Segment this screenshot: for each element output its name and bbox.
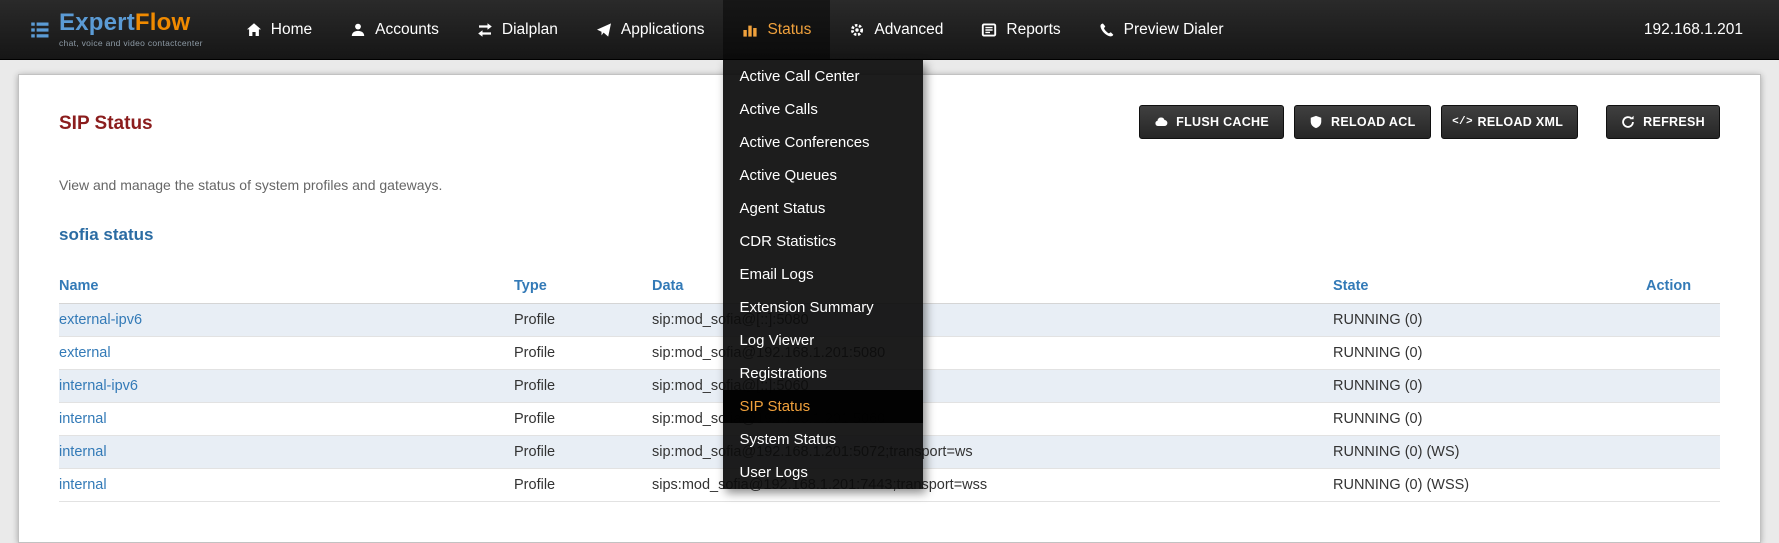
home-icon xyxy=(246,22,262,38)
nav-item-home[interactable]: Home xyxy=(227,0,331,59)
action-buttons: FLUSH CACHE RELOAD ACL </> RELOAD XML RE… xyxy=(1129,105,1720,139)
profile-link[interactable]: internal-ipv6 xyxy=(59,378,138,394)
profile-link[interactable]: internal xyxy=(59,444,107,460)
nav-item-label: Reports xyxy=(1006,21,1060,39)
report-board-icon xyxy=(981,22,997,38)
menu-item-log-viewer[interactable]: Log Viewer xyxy=(723,324,923,357)
nav-item-label: Applications xyxy=(621,21,705,39)
column-header-state[interactable]: State xyxy=(1333,269,1646,304)
cell-state: RUNNING (0) xyxy=(1333,403,1646,436)
menu-item-email-logs[interactable]: Email Logs xyxy=(723,258,923,291)
cloud-icon xyxy=(1154,115,1168,129)
brand-tagline: chat, voice and video contactcenter xyxy=(59,38,203,48)
profile-link[interactable]: external-ipv6 xyxy=(59,312,142,328)
brand-logo[interactable]: ExpertFlow chat, voice and video contact… xyxy=(30,11,203,48)
person-icon xyxy=(350,22,366,38)
brand-flow: Flow xyxy=(135,9,190,36)
nav-item-status[interactable]: Status Active Call Center Active Calls A… xyxy=(723,0,830,59)
profile-link[interactable]: external xyxy=(59,345,111,361)
menu-item-extension-summary[interactable]: Extension Summary xyxy=(723,291,923,324)
bar-chart-icon xyxy=(742,22,758,38)
cell-action xyxy=(1646,370,1720,403)
button-label: REFRESH xyxy=(1643,115,1705,129)
column-header-name[interactable]: Name xyxy=(59,269,514,304)
menu-item-registrations[interactable]: Registrations xyxy=(723,357,923,390)
nav-item-dialplan[interactable]: Dialplan xyxy=(458,0,577,59)
paper-plane-icon xyxy=(596,22,612,38)
nav-item-accounts[interactable]: Accounts xyxy=(331,0,458,59)
menu-item-active-conferences[interactable]: Active Conferences xyxy=(723,126,923,159)
menu-item-user-logs[interactable]: User Logs xyxy=(723,456,923,489)
cell-action xyxy=(1646,436,1720,469)
cell-action xyxy=(1646,469,1720,502)
nav-item-label: Advanced xyxy=(874,21,943,39)
code-brackets-icon: </> xyxy=(1456,115,1470,129)
nav-item-reports[interactable]: Reports xyxy=(962,0,1079,59)
nav-item-label: Preview Dialer xyxy=(1124,21,1224,39)
cell-type: Profile xyxy=(514,370,652,403)
cell-state: RUNNING (0) (WSS) xyxy=(1333,469,1646,502)
cell-state: RUNNING (0) xyxy=(1333,337,1646,370)
server-ip: 192.168.1.201 xyxy=(1644,21,1743,39)
cell-type: Profile xyxy=(514,403,652,436)
profile-link[interactable]: internal xyxy=(59,477,107,493)
reload-xml-button[interactable]: </> RELOAD XML xyxy=(1441,105,1579,139)
gear-icon xyxy=(849,22,865,38)
cell-type: Profile xyxy=(514,337,652,370)
menu-item-active-calls[interactable]: Active Calls xyxy=(723,93,923,126)
cell-type: Profile xyxy=(514,469,652,502)
brand-name: ExpertFlow xyxy=(59,11,203,35)
brand-expert: Expert xyxy=(59,9,135,36)
shield-icon xyxy=(1309,115,1323,129)
menu-item-active-queues[interactable]: Active Queues xyxy=(723,159,923,192)
menu-item-active-call-center[interactable]: Active Call Center xyxy=(723,60,923,93)
cell-state: RUNNING (0) xyxy=(1333,370,1646,403)
cell-action xyxy=(1646,304,1720,337)
nav-item-label: Dialplan xyxy=(502,21,558,39)
button-label: FLUSH CACHE xyxy=(1176,115,1269,129)
expertflow-logo-icon xyxy=(30,20,50,40)
main-nav: Home Accounts Dialplan Applications Stat… xyxy=(227,0,1243,59)
nav-item-label: Home xyxy=(271,21,312,39)
phone-handset-icon xyxy=(1099,22,1115,38)
button-label: RELOAD ACL xyxy=(1331,115,1415,129)
top-navbar: ExpertFlow chat, voice and video contact… xyxy=(0,0,1779,60)
nav-item-label: Status xyxy=(767,21,811,39)
cell-state: RUNNING (0) (WS) xyxy=(1333,436,1646,469)
nav-item-advanced[interactable]: Advanced xyxy=(830,0,962,59)
refresh-button[interactable]: REFRESH xyxy=(1606,105,1720,139)
flush-cache-button[interactable]: FLUSH CACHE xyxy=(1139,105,1284,139)
nav-item-applications[interactable]: Applications xyxy=(577,0,724,59)
nav-item-label: Accounts xyxy=(375,21,439,39)
menu-item-cdr-statistics[interactable]: CDR Statistics xyxy=(723,225,923,258)
page-title: SIP Status xyxy=(59,113,153,135)
menu-item-sip-status[interactable]: SIP Status xyxy=(723,390,923,423)
menu-item-system-status[interactable]: System Status xyxy=(723,423,923,456)
cell-action xyxy=(1646,337,1720,370)
column-header-type[interactable]: Type xyxy=(514,269,652,304)
menu-item-agent-status[interactable]: Agent Status xyxy=(723,192,923,225)
circular-arrow-icon xyxy=(1621,115,1635,129)
column-header-action[interactable]: Action xyxy=(1646,269,1720,304)
reload-acl-button[interactable]: RELOAD ACL xyxy=(1294,105,1430,139)
cell-state: RUNNING (0) xyxy=(1333,304,1646,337)
swap-arrows-icon xyxy=(477,22,493,38)
cell-type: Profile xyxy=(514,436,652,469)
status-dropdown-menu: Active Call Center Active Calls Active C… xyxy=(723,60,923,489)
button-label: RELOAD XML xyxy=(1478,115,1564,129)
profile-link[interactable]: internal xyxy=(59,411,107,427)
cell-action xyxy=(1646,403,1720,436)
nav-item-preview-dialer[interactable]: Preview Dialer xyxy=(1080,0,1243,59)
cell-type: Profile xyxy=(514,304,652,337)
